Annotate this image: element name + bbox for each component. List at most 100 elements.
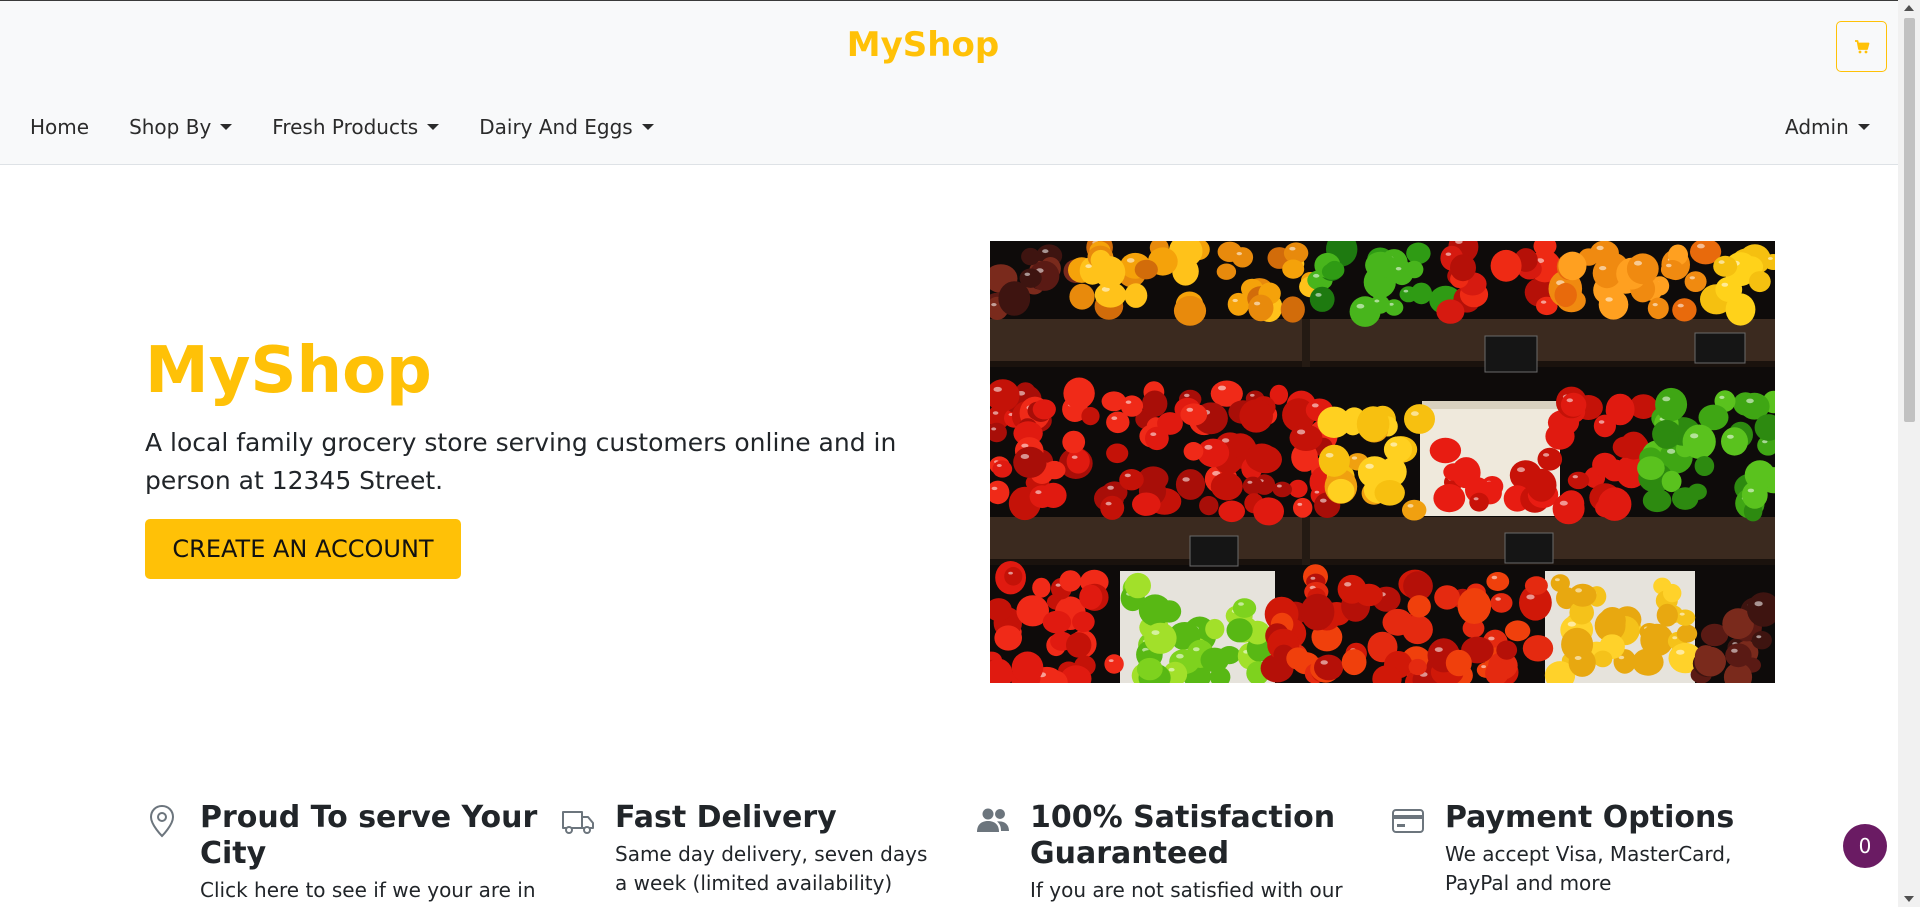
produce-highlight xyxy=(1085,264,1092,269)
produce-highlight xyxy=(991,486,998,491)
produce-highlight xyxy=(1721,282,1729,287)
map-pin-icon xyxy=(149,804,175,838)
nav-shop-by-label: Shop By xyxy=(129,115,212,139)
produce-fruit xyxy=(1032,399,1056,420)
produce-fruit xyxy=(1637,456,1665,480)
produce-fruit xyxy=(1132,492,1161,516)
produce-fruit xyxy=(1593,414,1616,438)
produce-highlight xyxy=(1719,395,1725,399)
produce-highlight xyxy=(1150,432,1157,436)
produce-highlight xyxy=(1125,400,1132,404)
produce-fruit xyxy=(1408,658,1427,676)
produce-fruit xyxy=(1205,618,1225,640)
produce-highlight xyxy=(1218,385,1226,391)
produce-highlight xyxy=(1575,588,1582,593)
nav-admin-dropdown[interactable]: Admin xyxy=(1785,115,1870,139)
produce-highlight xyxy=(1517,467,1525,473)
produce-fruit xyxy=(1059,570,1082,592)
produce-fruit xyxy=(1100,495,1125,520)
produce-fruit xyxy=(1104,654,1124,674)
scroll-down-arrow-icon[interactable] xyxy=(1904,896,1914,902)
produce-highlight xyxy=(1491,575,1498,580)
chat-badge[interactable]: 0 xyxy=(1843,824,1887,868)
nav-dairy-eggs-dropdown[interactable]: Dairy And Eggs xyxy=(479,115,654,139)
produce-fruit xyxy=(1656,603,1678,627)
produce-fruit xyxy=(992,460,1013,478)
produce-highlight xyxy=(1756,635,1762,639)
produce-highlight xyxy=(1176,653,1184,659)
produce-fruit xyxy=(1469,492,1489,512)
produce-fruit xyxy=(990,658,1013,683)
produce-highlight xyxy=(1652,303,1658,307)
produce-highlight xyxy=(996,464,1002,467)
credit-card-icon xyxy=(1392,809,1424,833)
produce-fruit xyxy=(1069,283,1095,310)
nav-home-label: Home xyxy=(30,115,90,139)
produce-highlight xyxy=(1727,434,1734,439)
produce-fruit xyxy=(1355,583,1383,607)
produce-fruit xyxy=(1242,476,1263,495)
produce-fruit xyxy=(1324,260,1345,280)
produce-highlight xyxy=(992,411,999,415)
produce-fruit xyxy=(990,480,1010,505)
produce-fruit xyxy=(1142,390,1168,417)
produce-fruit xyxy=(1405,260,1424,279)
produce-fruit xyxy=(1748,271,1771,293)
cart-button[interactable] xyxy=(1836,21,1887,72)
produce-fruit xyxy=(1253,497,1284,526)
nav-shop-by-dropdown[interactable]: Shop By xyxy=(129,115,233,139)
vertical-scrollbar[interactable] xyxy=(1898,0,1920,907)
brand-logo[interactable]: MyShop xyxy=(0,25,1846,65)
produce-highlight xyxy=(1168,667,1175,672)
truck-icon xyxy=(562,811,594,834)
produce-highlight xyxy=(1247,480,1253,484)
produce-fruit xyxy=(1094,256,1126,289)
nav-fresh-products-dropdown[interactable]: Fresh Products xyxy=(272,115,440,139)
produce-fruit xyxy=(1272,481,1292,498)
create-account-button[interactable]: CREATE AN ACCOUNT xyxy=(145,519,461,579)
produce-fruit xyxy=(1232,598,1257,618)
produce-fruit xyxy=(998,281,1031,316)
produce-highlight xyxy=(1731,648,1738,653)
produce-highlight xyxy=(1747,488,1755,493)
produce-highlight xyxy=(1182,477,1190,482)
scroll-up-arrow-icon[interactable] xyxy=(1904,5,1914,11)
caret-down-icon xyxy=(641,124,654,130)
produce-highlight xyxy=(1254,301,1261,306)
produce-highlight xyxy=(1407,504,1414,508)
caret-down-icon xyxy=(1857,124,1870,130)
produce-highlight xyxy=(1672,636,1678,640)
produce-highlight xyxy=(1314,490,1320,494)
produce-highlight xyxy=(1105,501,1112,506)
nav-dairy-eggs-label: Dairy And Eggs xyxy=(479,115,633,139)
produce-fruit xyxy=(1180,403,1208,426)
produce-highlight xyxy=(1186,407,1194,412)
produce-highlight xyxy=(1754,601,1763,607)
produce-fruit xyxy=(1289,424,1323,451)
produce-fruit xyxy=(1751,631,1772,650)
produce-fruit xyxy=(1011,651,1044,683)
produce-highlight xyxy=(1344,582,1352,587)
produce-highlight xyxy=(1008,571,1013,575)
produce-fruit xyxy=(1406,242,1431,265)
nav-links: Home Shop By Fresh Products Dairy And Eg… xyxy=(30,115,694,139)
produce-fruit xyxy=(1013,446,1047,478)
produce-fruit xyxy=(1445,649,1472,677)
produce-fruit xyxy=(1124,283,1148,308)
produce-fruit xyxy=(1119,469,1144,491)
produce-fruit xyxy=(1029,485,1055,508)
hero-title: MyShop xyxy=(145,334,432,408)
produce-highlight xyxy=(1320,660,1328,665)
produce-highlight xyxy=(1126,258,1135,263)
feature-city-text: Click here to see if we your are in xyxy=(200,878,536,902)
scrollbar-thumb[interactable] xyxy=(1904,18,1915,422)
nav-home[interactable]: Home xyxy=(30,115,89,139)
produce-highlight xyxy=(1473,497,1479,501)
produce-fruit xyxy=(1687,483,1707,500)
produce-fruit xyxy=(1407,595,1431,618)
produce-highlight xyxy=(1596,245,1604,251)
produce-highlight xyxy=(1666,263,1672,268)
produce-fruit xyxy=(1457,588,1492,624)
produce-fruit xyxy=(1741,481,1768,509)
produce-fruit xyxy=(1134,259,1158,280)
